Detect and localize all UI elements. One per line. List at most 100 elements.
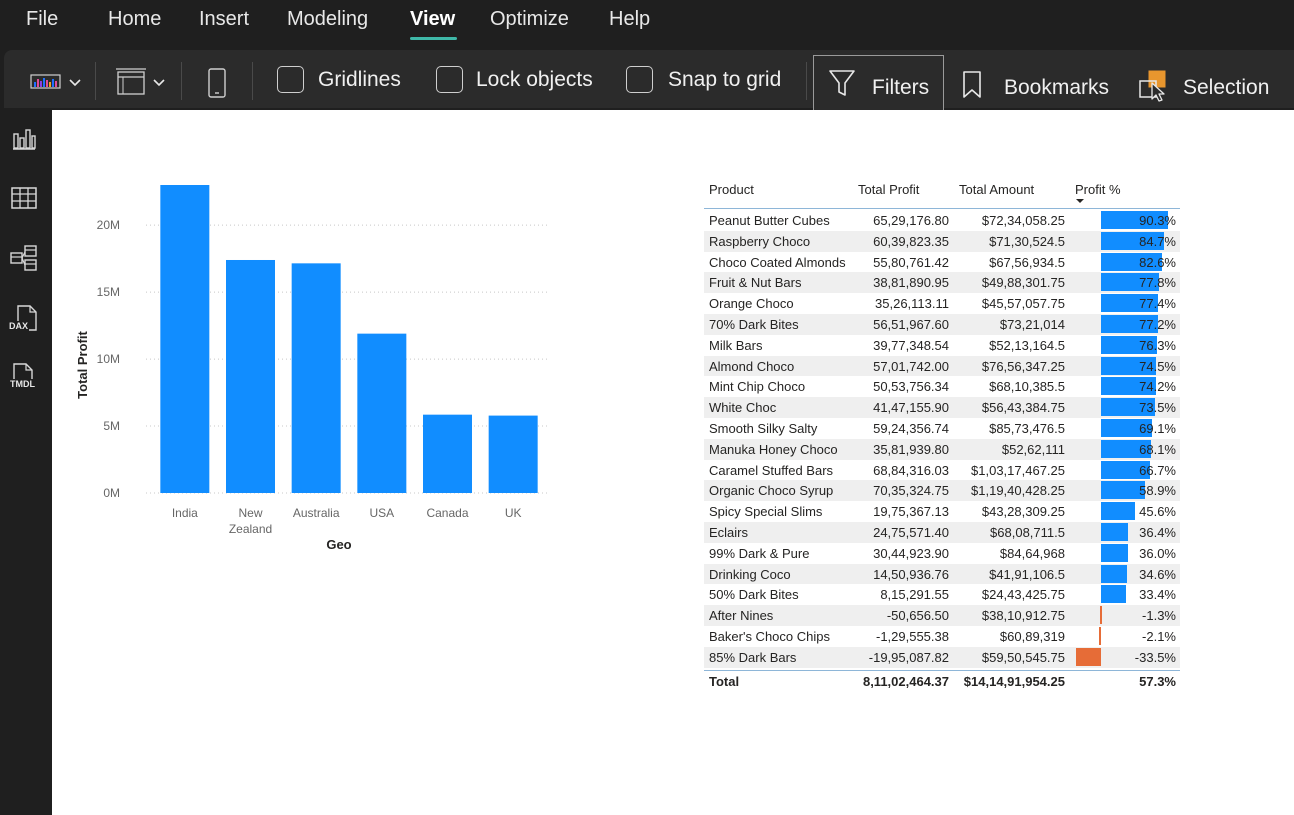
profit-by-geo-chart[interactable]: 0M 5M 10M 15M 20M India New Zealand Australia US… xyxy=(53,110,573,570)
profit-pct-data-bar xyxy=(1100,606,1102,625)
table-row[interactable]: Raspberry Choco 60,39,823.35 $71,30,524.5 8… xyxy=(704,230,1180,252)
bar-australia[interactable] xyxy=(291,263,341,493)
table-row[interactable]: Manuka Honey Choco 35,81,939.80 $52,62,111… xyxy=(704,438,1180,460)
bookmark-icon[interactable] xyxy=(960,70,984,100)
cell-product: 99% Dark & Pure xyxy=(709,545,810,561)
mobile-view-button[interactable] xyxy=(206,67,228,104)
profit-pct-data-bar xyxy=(1101,502,1135,521)
table-row[interactable]: 50% Dark Bites 8,15,291.55 $24,43,425.75 33… xyxy=(704,584,1180,605)
table-row[interactable]: Caramel Stuffed Bars 68,84,316.03 $1,03,17… xyxy=(704,460,1180,481)
cell-product: 85% Dark Bars xyxy=(709,649,797,665)
profit-pct-data-bar xyxy=(1101,543,1128,562)
table-row[interactable]: Smooth Silky Salty 59,24,356.74 $85,73,476… xyxy=(704,418,1180,439)
total-label: Total xyxy=(709,673,740,689)
chart-bars xyxy=(160,185,538,493)
table-row[interactable]: 70% Dark Bites 56,51,967.60 $73,21,014 77.2… xyxy=(704,314,1180,335)
cell-total-amount: $24,43,425.75 xyxy=(981,587,1065,603)
cell-profit-pct: 36.0% xyxy=(1139,545,1176,561)
table-row[interactable]: Baker's Choco Chips -1,29,555.38 $60,89,31… xyxy=(704,626,1180,647)
table-row[interactable]: After Nines -50,656.50 $38,10,912.75 -1.3% xyxy=(704,605,1180,626)
table-row[interactable]: Choco Coated Almonds 55,80,761.42 $67,56,9… xyxy=(704,252,1180,273)
selection-label[interactable]: Selection xyxy=(1183,76,1269,100)
bar-canada[interactable] xyxy=(423,414,472,493)
page-view-dropdown[interactable] xyxy=(30,70,86,99)
ribbon-separator xyxy=(252,62,253,100)
table-row[interactable]: 85% Dark Bars -19,95,087.82 $59,50,545.75 -… xyxy=(704,646,1180,668)
cell-profit-pct: 77.4% xyxy=(1139,296,1176,312)
selection-icon[interactable] xyxy=(1138,69,1172,103)
table-row[interactable]: Almond Choco 57,01,742.00 $76,56,347.25 74.… xyxy=(704,355,1180,377)
snap-to-grid-checkbox[interactable] xyxy=(626,66,653,93)
bar-uk[interactable] xyxy=(488,415,538,493)
bar-usa[interactable] xyxy=(357,333,407,493)
cell-total-amount: $84,64,968 xyxy=(999,545,1065,561)
menu-help[interactable]: Help xyxy=(609,8,650,31)
menu-view[interactable]: View xyxy=(410,8,455,31)
table-row[interactable]: Organic Choco Syrup 70,35,324.75 $1,19,40,… xyxy=(704,480,1180,502)
profit-pct-data-bar xyxy=(1101,564,1127,583)
cell-profit-pct: 33.4% xyxy=(1139,587,1176,603)
cell-product: White Choc xyxy=(709,400,777,416)
x-tick-label: Australia xyxy=(293,506,340,520)
dax-query-view[interactable]: DAX xyxy=(6,304,40,336)
table-row[interactable]: 99% Dark & Pure 30,44,923.90 $84,64,968 36.… xyxy=(704,543,1180,564)
cell-total-amount: $68,10,385.5 xyxy=(989,379,1065,395)
table-row[interactable]: Eclairs 24,75,571.40 $68,08,711.5 36.4% xyxy=(704,522,1180,543)
menu-modeling[interactable]: Modeling xyxy=(287,8,368,31)
menu-optimize[interactable]: Optimize xyxy=(490,8,569,31)
profit-pct-data-bar xyxy=(1101,481,1145,500)
cell-total-amount: $43,28,309.25 xyxy=(981,504,1065,520)
menu-home[interactable]: Home xyxy=(108,8,161,31)
bar-india[interactable] xyxy=(160,185,210,493)
menu-insert[interactable]: Insert xyxy=(199,8,249,31)
table-header: Product Total Profit Total Amount Profit… xyxy=(704,178,1180,209)
cell-total-profit: 60,39,823.35 xyxy=(873,233,949,249)
menu-file[interactable]: File xyxy=(26,8,58,31)
header-profit-pct[interactable]: Profit % xyxy=(1075,182,1121,197)
filters-button[interactable]: Filters xyxy=(813,55,944,111)
cell-product: 50% Dark Bites xyxy=(709,587,799,603)
table-row[interactable]: Drinking Coco 14,50,936.76 $41,91,106.5 34.… xyxy=(704,563,1180,585)
cell-product: Fruit & Nut Bars xyxy=(709,275,802,291)
model-view-icon[interactable] xyxy=(10,244,38,272)
bar-new-zealand[interactable] xyxy=(226,259,275,493)
menu-bar: File Home Insert Modeling View Optimize … xyxy=(0,0,1294,48)
table-row[interactable]: Orange Choco 35,26,113.11 $45,57,057.75 77.… xyxy=(704,293,1180,314)
bookmarks-label[interactable]: Bookmarks xyxy=(1004,76,1109,100)
cell-product: Organic Choco Syrup xyxy=(709,483,834,499)
table-row[interactable]: Mint Chip Choco 50,53,756.34 $68,10,385.5 7… xyxy=(704,376,1180,397)
cell-profit-pct: 66.7% xyxy=(1139,462,1176,478)
table-row[interactable]: Milk Bars 39,77,348.54 $52,13,164.5 76.3% xyxy=(704,335,1180,356)
cell-total-amount: $67,56,934.5 xyxy=(989,254,1065,270)
table-row[interactable]: Peanut Butter Cubes 65,29,176.80 $72,34,05… xyxy=(704,210,1180,231)
cell-total-profit: 56,51,967.60 xyxy=(873,317,949,332)
report-canvas: 0M 5M 10M 15M 20M India New Zealand Australia US… xyxy=(53,110,1294,815)
header-product[interactable]: Product xyxy=(709,182,754,197)
cell-total-amount: $85,73,476.5 xyxy=(989,421,1065,436)
table-row[interactable]: Fruit & Nut Bars 38,81,890.95 $49,88,301.7… xyxy=(704,272,1180,294)
table-row[interactable]: Spicy Special Slims 19,75,367.13 $43,28,30… xyxy=(704,501,1180,522)
header-divider xyxy=(704,208,1180,209)
gridlines-checkbox[interactable] xyxy=(277,66,304,93)
phone-icon xyxy=(208,68,226,98)
mobile-layout-dropdown[interactable] xyxy=(114,68,170,101)
tmdl-view[interactable]: TMDL xyxy=(6,362,40,394)
cell-profit-pct: 58.9% xyxy=(1139,483,1176,499)
cell-total-amount: $72,34,058.25 xyxy=(981,213,1065,228)
cell-total-profit: -1,29,555.38 xyxy=(875,629,949,644)
cell-total-profit: 68,84,316.03 xyxy=(873,462,949,478)
cell-total-amount: $68,08,711.5 xyxy=(990,525,1065,540)
cell-product: Manuka Honey Choco xyxy=(709,441,838,457)
x-tick-label: New xyxy=(238,506,262,520)
header-total-profit[interactable]: Total Profit xyxy=(858,182,919,197)
table-view-icon[interactable] xyxy=(10,184,38,212)
x-tick-label: India xyxy=(172,506,198,520)
report-view-icon[interactable] xyxy=(10,124,38,152)
table-row[interactable]: White Choc 41,47,155.90 $56,43,384.75 73.5% xyxy=(704,397,1180,418)
header-total-amount[interactable]: Total Amount xyxy=(959,182,1034,197)
y-tick-label: 10M xyxy=(97,352,120,366)
cell-total-amount: $60,89,319 xyxy=(999,629,1065,644)
cell-total-amount: $56,43,384.75 xyxy=(981,400,1065,416)
lock-objects-checkbox[interactable] xyxy=(436,66,463,93)
cell-product: Baker's Choco Chips xyxy=(709,629,830,644)
